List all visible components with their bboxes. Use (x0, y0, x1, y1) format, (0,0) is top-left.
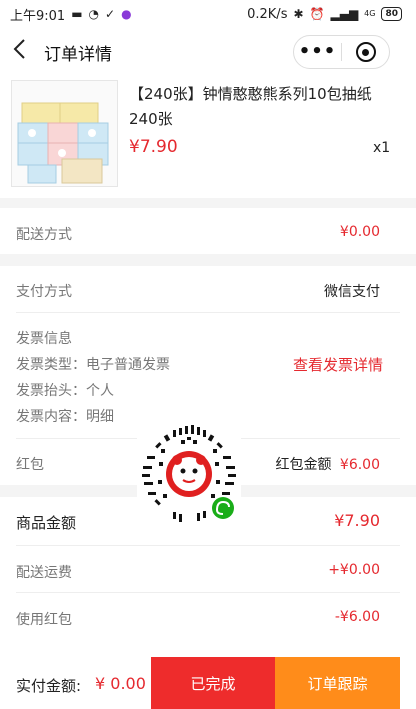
mini-program-code-graphic (142, 425, 236, 522)
paid-amount-value: ¥ 0.00 (95, 674, 146, 693)
signal-icon: ▂▄▆ (330, 7, 359, 21)
packet-used-row: 使用红包 -¥6.00 (0, 593, 416, 639)
product-title: 【240张】钟情憨憨熊系列10包抽纸240张 (129, 85, 372, 128)
invoice-title: 发票信息 (16, 331, 72, 347)
view-invoice-link[interactable]: 查看发票详情 (293, 354, 383, 375)
red-packet-value-label: 红包金额 (275, 457, 332, 473)
invoice-header: 发票抬头：个人 (16, 383, 114, 399)
shipping-value: +¥0.00 (328, 562, 380, 578)
network-type: 4G (364, 9, 376, 18)
invoice-content: 发票内容：明细 (16, 409, 114, 425)
goods-amount-label: 商品金额 (16, 514, 77, 532)
payment-row: 支付方式 微信支付 (0, 266, 416, 312)
section-gap (0, 254, 416, 266)
section-gap (0, 198, 416, 208)
payment-label: 支付方式 (16, 284, 72, 300)
status-time: 上午9:01 (10, 8, 66, 24)
alarm-icon: ⏰ (309, 7, 325, 21)
mini-program-capsule: ••• (293, 35, 390, 69)
product-card[interactable]: 【240张】钟情憨憨熊系列10包抽纸240张 ¥7.90 x1 (0, 76, 416, 196)
back-icon[interactable] (12, 38, 36, 66)
red-packet-label: 红包 (16, 457, 44, 473)
packet-used-label: 使用红包 (16, 612, 72, 628)
message-icon: ▬ (71, 7, 83, 21)
status-bar: 上午9:01 ▬ ◔ ✓ ● 0.2K/s ✱ ⏰ ▂▄▆ 4G 80 (0, 0, 416, 28)
nav-bar: 订单详情 ••• (0, 28, 416, 76)
payment-value: 微信支付 (324, 284, 380, 300)
battery-icon: 80 (381, 7, 402, 21)
completed-button[interactable]: 已完成 (151, 657, 275, 709)
footer-bar: 实付金额: ¥ 0.00 已完成 订单跟踪 (0, 655, 416, 709)
check-icon: ✓ (105, 7, 116, 21)
delivery-value: ¥0.00 (339, 224, 380, 240)
delivery-row: 配送方式 ¥0.00 (0, 208, 416, 254)
close-icon (355, 42, 376, 62)
red-packet-amount: 红包金额 ¥6.00 (275, 454, 380, 474)
app-icon: ● (121, 7, 132, 21)
divider (16, 312, 400, 313)
network-speed: 0.2K/s (247, 6, 288, 22)
delivery-label: 配送方式 (16, 227, 72, 243)
notification-icon: ◔ (88, 7, 100, 21)
more-icon[interactable]: ••• (294, 42, 341, 62)
page-title: 订单详情 (44, 45, 112, 65)
product-quantity: x1 (373, 140, 391, 156)
product-price: ¥7.90 (129, 137, 178, 157)
paid-amount-label: 实付金额: (16, 677, 82, 695)
invoice-type: 发票类型：电子普通发票 (16, 357, 170, 373)
product-image (11, 80, 118, 187)
shipping-label: 配送运费 (16, 565, 72, 581)
red-packet-value: ¥6.00 (339, 457, 380, 473)
shipping-row: 配送运费 +¥0.00 (0, 546, 416, 592)
goods-amount-value: ¥7.90 (334, 511, 380, 530)
close-mini-program-button[interactable] (342, 42, 389, 62)
bluetooth-icon: ✱ (293, 7, 304, 21)
mini-program-code (137, 422, 241, 526)
packet-used-value: -¥6.00 (334, 609, 380, 625)
order-tracking-button[interactable]: 订单跟踪 (275, 657, 400, 709)
